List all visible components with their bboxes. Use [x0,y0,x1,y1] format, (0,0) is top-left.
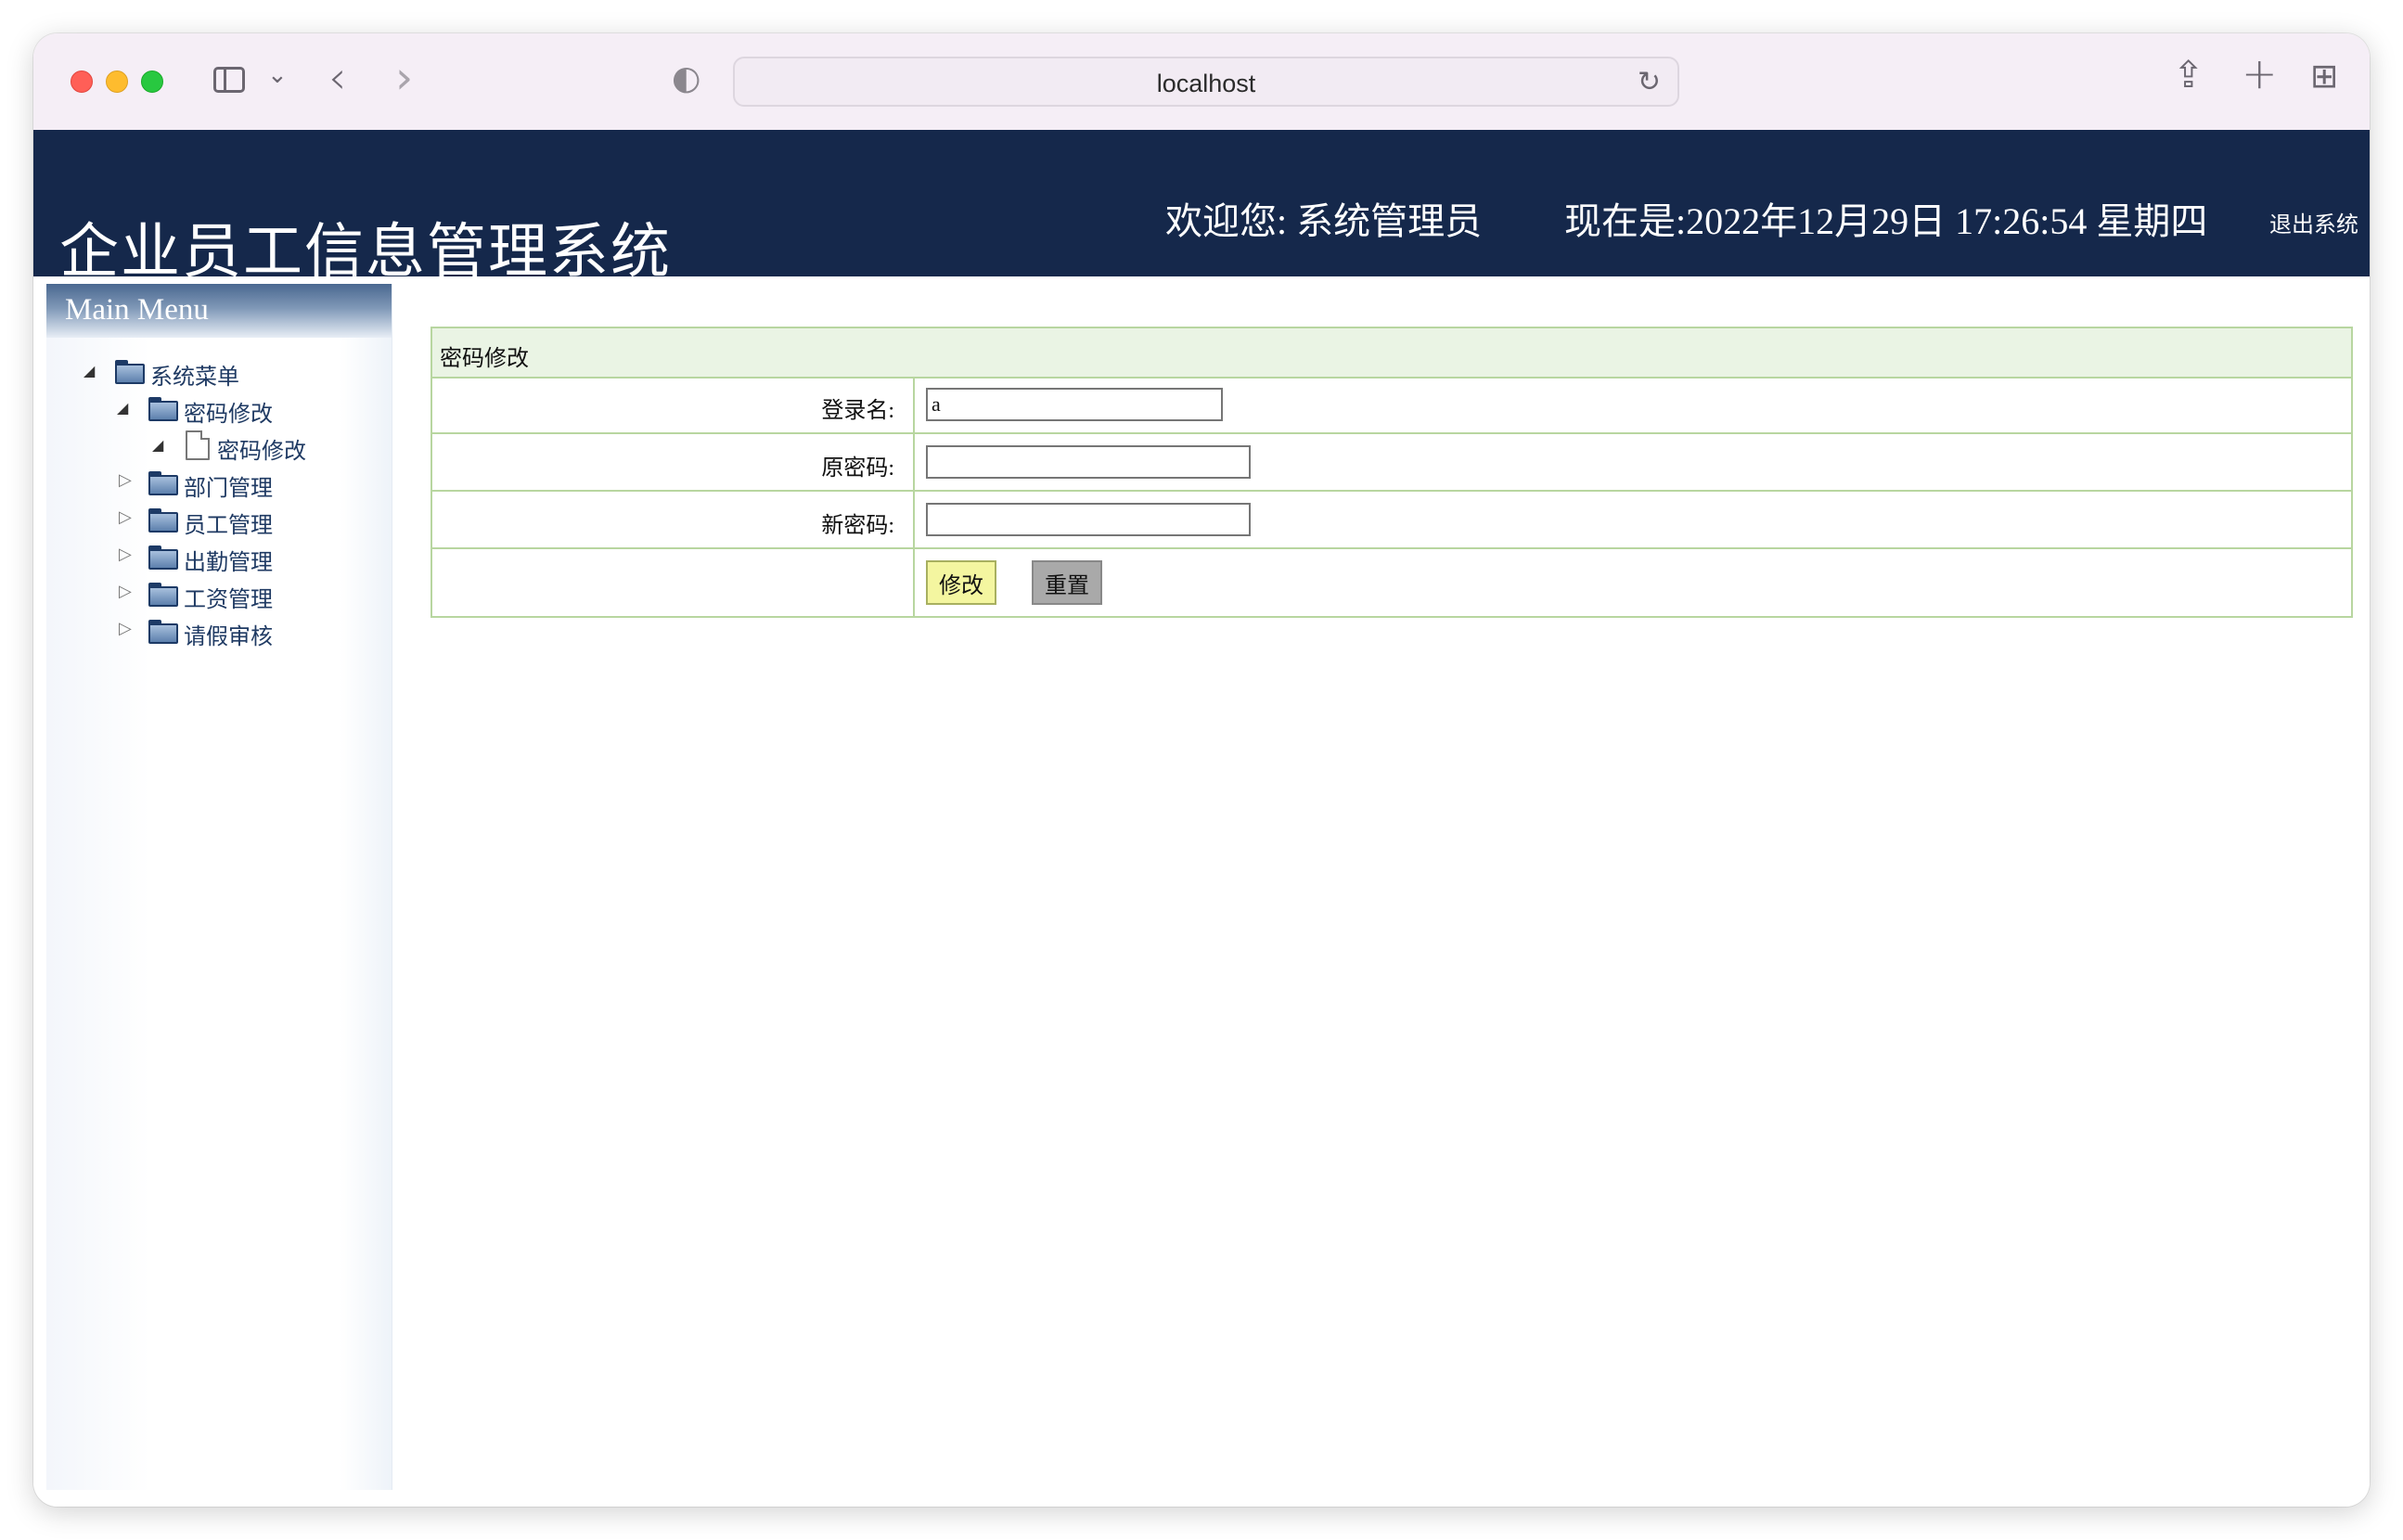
logout-link[interactable]: 退出系统 [2269,206,2358,238]
new-password-label: 新密码: [821,514,894,538]
expanded-arrow-icon: ◢ [152,436,164,454]
folder-icon [148,620,178,644]
reset-button[interactable]: 重置 [1032,560,1102,605]
expanded-arrow-icon[interactable]: ◢ [84,362,95,379]
sidebar-toggle-icon[interactable] [213,67,245,93]
site-header: 企业员工信息管理系统 欢迎您: 系统管理员 现在是:2022年12月29日 17… [33,130,2370,285]
tree-item-label: 出勤管理 [184,551,273,575]
url-text: localhost [1156,70,1256,97]
tree-item-leave-review[interactable]: ▷ 请假审核 [46,616,392,649]
tree-item-label: 请假审核 [184,625,273,649]
plus-icon[interactable]: + [2242,48,2278,98]
old-password-input[interactable] [926,445,1251,479]
tree-item-department[interactable]: ▷ 部门管理 [46,468,392,501]
collapsed-arrow-icon[interactable]: ▷ [119,545,132,564]
folder-icon [148,397,178,421]
collapsed-arrow-icon[interactable]: ▷ [119,582,132,601]
tree-item-employee[interactable]: ▷ 员工管理 [46,505,392,538]
old-password-label: 原密码: [821,456,894,481]
tree-item-attendance[interactable]: ▷ 出勤管理 [46,542,392,575]
tree-root-item[interactable]: ◢ 系统菜单 [46,356,392,390]
main-menu-header: Main Menu [46,284,392,338]
tree-item-label: 工资管理 [184,588,273,612]
share-icon[interactable]: ⇪ [2173,54,2204,96]
tree-item-label: 系统菜单 [150,366,239,390]
welcome-text: 欢迎您: 系统管理员 [1165,200,1483,242]
tree-item-label: 员工管理 [184,514,273,538]
browser-window: ⌄ ‹ › ◐ localhost ↻ ⇪ + ⊞ 企业员工信息管理系统 欢迎您… [33,33,2370,1507]
grid-icon[interactable]: ⊞ [2310,58,2338,96]
folder-icon [148,545,178,570]
form-row-old-password: 原密码: [432,434,2351,492]
main-menu-title: Main Menu [65,293,209,327]
forward-arrow-icon[interactable]: › [395,52,413,104]
tree-item-label: 密码修改 [217,440,306,464]
collapsed-arrow-icon[interactable]: ▷ [119,507,132,527]
close-window-button[interactable] [71,71,93,93]
folder-icon [148,508,178,533]
folder-icon [148,471,178,495]
tree-item-label: 密码修改 [184,403,273,427]
browser-toolbar: ⌄ ‹ › ◐ localhost ↻ ⇪ + ⊞ [33,33,2370,131]
web-page: 企业员工信息管理系统 欢迎您: 系统管理员 现在是:2022年12月29日 17… [33,130,2370,1507]
form-title: 密码修改 [440,347,529,371]
minimize-window-button[interactable] [106,71,128,93]
address-bar[interactable]: localhost ↻ [733,57,1679,107]
login-name-label: 登录名: [821,399,894,423]
password-change-form: 密码修改 登录名: 原密码: 新密码: 修改 重置 [430,327,2353,618]
tree-item-password[interactable]: ◢ 密码修改 [46,393,392,427]
tree-item-salary[interactable]: ▷ 工资管理 [46,579,392,612]
form-row-login: 登录名: [432,377,2351,434]
tree-item-password-change[interactable]: ◢ 密码修改 [46,430,392,464]
form-caption: 密码修改 [432,328,2351,379]
collapsed-arrow-icon[interactable]: ▷ [119,619,132,638]
site-title: 企业员工信息管理系统 [59,219,672,285]
chevron-down-icon[interactable]: ⌄ [267,61,288,89]
login-name-input[interactable] [926,388,1223,421]
folder-icon [115,360,145,384]
current-time: 现在是:2022年12月29日 17:26:54 星期四 [1564,200,2208,242]
main-menu-panel: Main Menu ◢ 系统菜单 ◢ 密码修改 ◢ 密码修改 ▷ 部门管理 ▷ … [46,284,392,1490]
tree-item-label: 部门管理 [184,477,273,501]
shield-icon[interactable]: ◐ [672,59,700,97]
folder-icon [148,583,178,607]
collapsed-arrow-icon[interactable]: ▷ [119,470,132,490]
form-row-actions: 修改 重置 [432,549,2351,616]
submit-button[interactable]: 修改 [926,560,996,605]
file-icon [186,430,210,460]
expanded-arrow-icon[interactable]: ◢ [117,399,128,417]
form-row-new-password: 新密码: [432,492,2351,549]
back-arrow-icon[interactable]: ‹ [328,52,346,104]
reload-icon[interactable]: ↻ [1638,66,1661,98]
zoom-window-button[interactable] [141,71,163,93]
new-password-input[interactable] [926,503,1251,536]
